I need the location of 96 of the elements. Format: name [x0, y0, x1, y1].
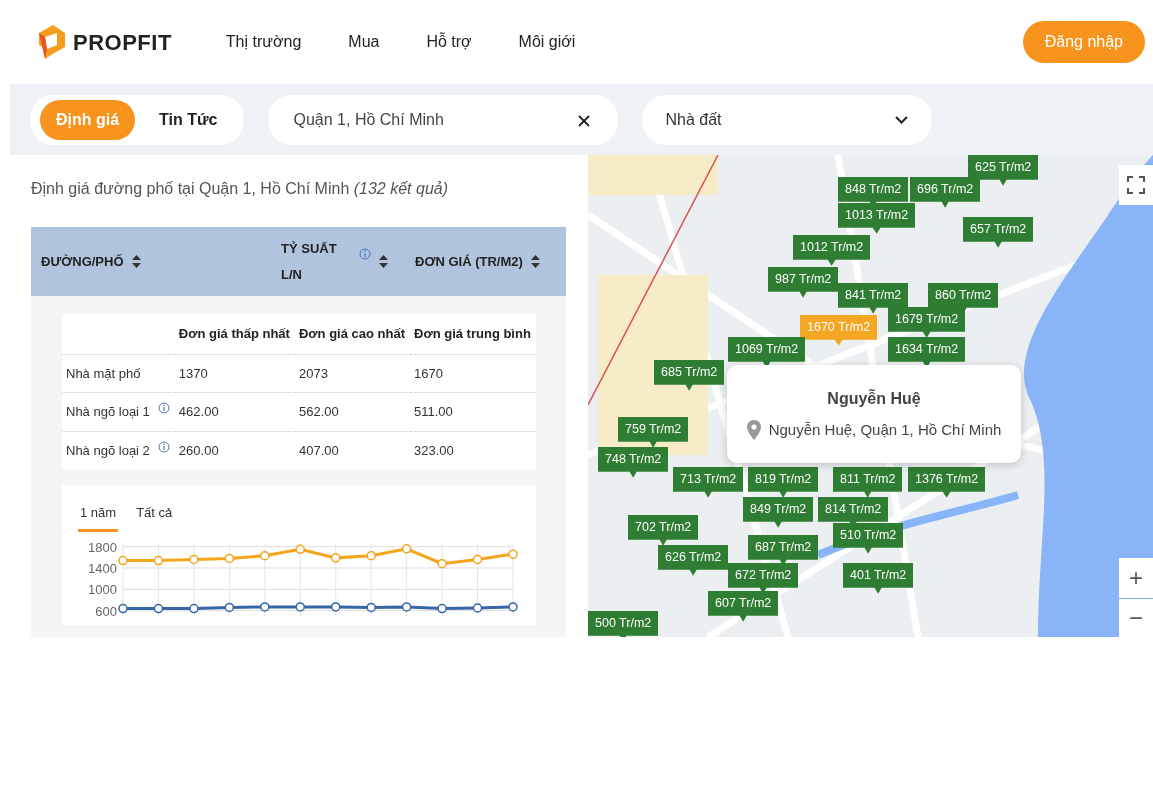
price-marker[interactable]: 849 Tr/m2	[743, 497, 814, 528]
column-header: Đơn giá trung bình	[410, 314, 536, 354]
axis-label: 1400	[88, 560, 117, 576]
table-cell: 323.00	[410, 431, 536, 469]
table-cell: 1370	[174, 354, 295, 393]
price-marker[interactable]: 510 Tr/m2	[833, 523, 904, 554]
row-label: Nhà mặt phố	[66, 364, 141, 383]
axis-label: 1000	[88, 581, 117, 597]
table-cell: 562.00	[295, 392, 411, 431]
close-icon[interactable]	[577, 115, 590, 128]
price-marker[interactable]: 1634 Tr/m2	[888, 337, 966, 368]
info-icon[interactable]	[157, 440, 170, 453]
price-marker[interactable]: 696 Tr/m2	[910, 177, 981, 208]
data-point	[260, 550, 270, 560]
price-marker[interactable]: 1679 Tr/m2	[888, 307, 966, 338]
nav-link[interactable]: Thị trường	[225, 30, 302, 54]
price-marker[interactable]: 748 Tr/m2	[598, 447, 669, 478]
sort-icon[interactable]	[131, 255, 141, 268]
data-point	[437, 603, 447, 613]
popup-address: Nguyễn Huệ, Quận 1, Hồ Chí Minh	[768, 419, 1002, 440]
column-header[interactable]: ĐƠN GIÁ (TR/M2)	[415, 251, 523, 272]
data-point	[366, 550, 376, 560]
column-header[interactable]: ĐƯỜNG/PHỐ	[41, 251, 124, 272]
fullscreen-icon[interactable]	[1127, 176, 1145, 194]
sort-icon[interactable]	[530, 255, 540, 268]
data-point	[331, 552, 341, 563]
info-icon[interactable]	[157, 402, 170, 414]
data-point	[366, 602, 376, 612]
row-label: Nhà ngõ loại 1	[66, 403, 150, 421]
data-point	[401, 601, 412, 612]
fullscreen-button[interactable]	[1119, 165, 1153, 205]
data-point	[472, 602, 483, 613]
results-title: Định giá đường phố tại Quận 1, Hồ Chí Minh (132 kết quả)	[31, 179, 449, 199]
data-point	[118, 603, 128, 613]
column-header: Đơn giá cao nhất	[295, 314, 411, 354]
price-marker[interactable]: 626 Tr/m2	[658, 545, 729, 576]
data-point	[331, 601, 341, 612]
axis-label: 1800	[88, 539, 117, 555]
sort-icon[interactable]	[379, 255, 388, 268]
price-marker[interactable]: 987 Tr/m2	[768, 267, 839, 298]
data-point	[118, 555, 128, 565]
price-marker[interactable]: 672 Tr/m2	[728, 563, 799, 594]
chart-tab[interactable]: 1 năm	[78, 501, 119, 532]
nav-link[interactable]: Mua	[348, 30, 380, 54]
data-point	[472, 554, 483, 564]
data-point	[508, 548, 518, 559]
price-marker[interactable]: 401 Tr/m2	[843, 563, 914, 594]
table-cell: 511.00	[410, 392, 536, 431]
price-marker[interactable]: 657 Tr/m2	[963, 217, 1034, 248]
table-cell: 407.00	[295, 431, 411, 469]
table-cell: 462.00	[174, 392, 295, 431]
data-point	[189, 603, 199, 613]
data-point	[153, 603, 164, 613]
zoom-in-button[interactable]: +	[1119, 558, 1153, 598]
price-marker[interactable]: 811 Tr/m2	[833, 467, 903, 498]
tab[interactable]: Tin Tức	[143, 99, 234, 140]
table-cell: 1670	[410, 354, 536, 393]
price-marker[interactable]: 819 Tr/m2	[748, 467, 819, 498]
data-point	[224, 602, 235, 612]
logo-icon[interactable]	[37, 25, 65, 59]
table-cell: 2073	[295, 354, 411, 393]
search-input[interactable]: Quận 1, Hồ Chí Minh	[291, 106, 574, 133]
axis-label: 600	[95, 603, 117, 618]
nav-link[interactable]: Hỗ trợ	[426, 30, 472, 54]
popup-title: Nguyễn Huệ	[827, 388, 921, 409]
logo-text[interactable]: PROPFIT	[73, 25, 172, 59]
data-point	[401, 543, 412, 554]
table-cell: 260.00	[174, 431, 295, 469]
price-marker[interactable]: 1069 Tr/m2	[728, 337, 806, 368]
price-marker[interactable]: 1012 Tr/m2	[793, 235, 871, 266]
data-point	[295, 601, 305, 612]
location-pin-icon	[746, 420, 761, 440]
price-marker[interactable]: 1013 Tr/m2	[838, 203, 916, 234]
price-marker[interactable]: 687 Tr/m2	[748, 535, 819, 566]
nav-link[interactable]: Môi giới	[518, 30, 576, 54]
price-marker[interactable]: 702 Tr/m2	[628, 515, 699, 546]
data-point	[153, 555, 164, 565]
data-point	[437, 558, 447, 568]
data-point	[224, 553, 235, 563]
chevron-down-icon[interactable]	[894, 115, 908, 124]
column-header: Đơn giá thấp nhất	[174, 314, 295, 354]
price-marker[interactable]: 713 Tr/m2	[673, 467, 744, 498]
data-point	[260, 601, 270, 612]
price-marker[interactable]: 500 Tr/m2	[588, 611, 659, 637]
row-label: Nhà ngõ loại 2	[66, 441, 150, 460]
data-point	[189, 554, 199, 564]
price-marker[interactable]: 1376 Tr/m2	[908, 467, 986, 498]
search-field[interactable]: Quận 1, Hồ Chí Minh	[267, 94, 618, 145]
data-point	[295, 544, 305, 554]
type-dropdown[interactable]: Nhà đất	[641, 94, 932, 145]
chart-tab[interactable]: Tất cả	[134, 501, 175, 532]
zoom-out-button[interactable]: −	[1119, 599, 1153, 637]
data-point	[508, 601, 518, 612]
column-header[interactable]: TỶ SUẤT L/N	[281, 235, 351, 288]
price-marker[interactable]: 841 Tr/m2	[838, 283, 909, 314]
price-marker[interactable]: 607 Tr/m2	[708, 591, 779, 622]
